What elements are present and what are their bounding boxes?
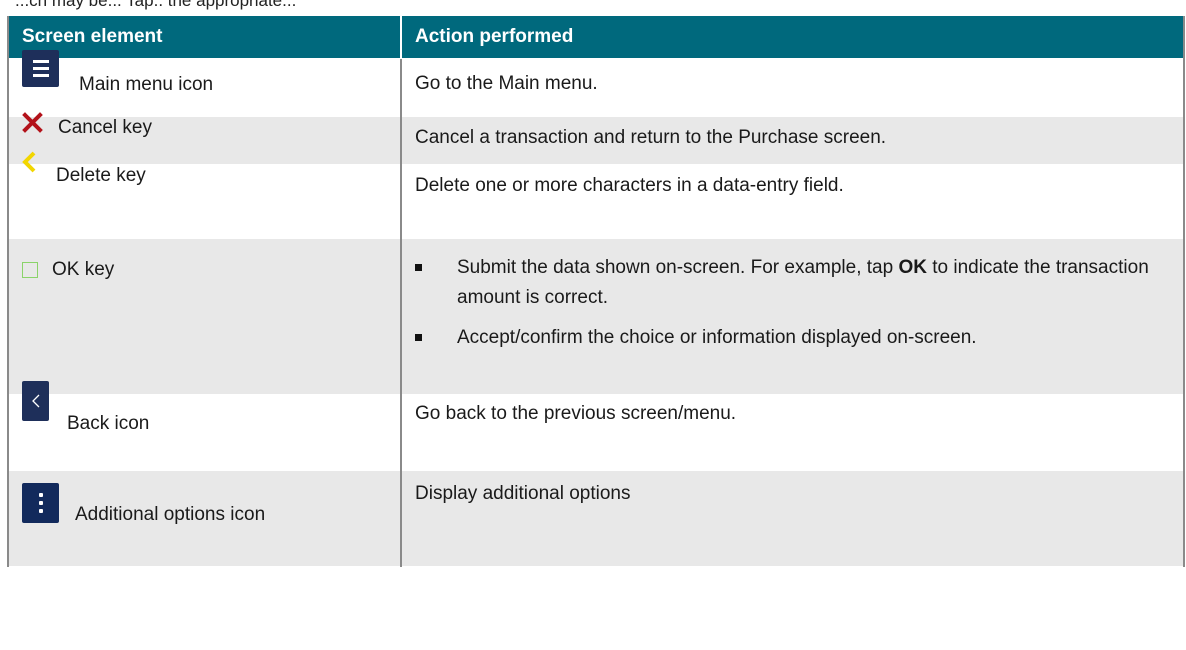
table-row: Additional options icon Display addition…: [7, 469, 1185, 567]
element-label: Main menu icon: [79, 73, 214, 95]
table-row: Cancel key Cancel a transaction and retu…: [7, 111, 1185, 165]
table-row: Back icon Go back to the previous screen…: [7, 380, 1185, 471]
table-header-row: Screen element Action performed: [8, 16, 1184, 58]
list-item: Accept/confirm the choice or information…: [415, 323, 1163, 353]
table-row: Main menu icon Go to the Main menu.: [7, 49, 1185, 117]
header-action-performed: Action performed: [400, 16, 1184, 58]
yellow-chevron-left-icon: [22, 151, 36, 172]
element-label: Back icon: [67, 412, 150, 434]
bullet-marker: [415, 333, 422, 341]
green-square-icon: [22, 261, 38, 278]
action-cell: Go back to the previous screen/menu.: [400, 393, 1185, 471]
table-row: Delete key Delete one or more characters…: [7, 151, 1185, 239]
element-label: Delete key: [56, 164, 146, 186]
red-x-icon: [22, 111, 43, 133]
element-label: Additional options icon: [75, 503, 266, 525]
header-screen-element: Screen element: [8, 16, 401, 58]
action-cell: Delete one or more characters in a data-…: [400, 163, 1185, 239]
element-label: Cancel key: [58, 116, 152, 138]
back-chevron-icon: [22, 380, 49, 421]
clipped-top-text: ...ch may be... Tap.. the appropriate...: [15, 0, 297, 10]
ok-emphasis: OK: [898, 256, 927, 278]
screen-elements-table: Screen element Action performed Main men…: [7, 16, 1185, 567]
table-row: OK key Submit the data shown on-screen. …: [7, 237, 1185, 395]
hamburger-menu-icon: [22, 49, 59, 87]
action-bullet-list: Submit the data shown on-screen. For exa…: [415, 253, 1163, 353]
action-cell: Display additional options: [400, 469, 1185, 567]
element-label: OK key: [52, 258, 115, 280]
vertical-dots-icon: [22, 482, 59, 523]
action-cell: Cancel a transaction and return to the P…: [400, 115, 1185, 165]
list-item: Submit the data shown on-screen. For exa…: [415, 253, 1163, 313]
bullet-marker: [415, 263, 422, 271]
action-cell: Go to the Main menu.: [400, 57, 1185, 117]
